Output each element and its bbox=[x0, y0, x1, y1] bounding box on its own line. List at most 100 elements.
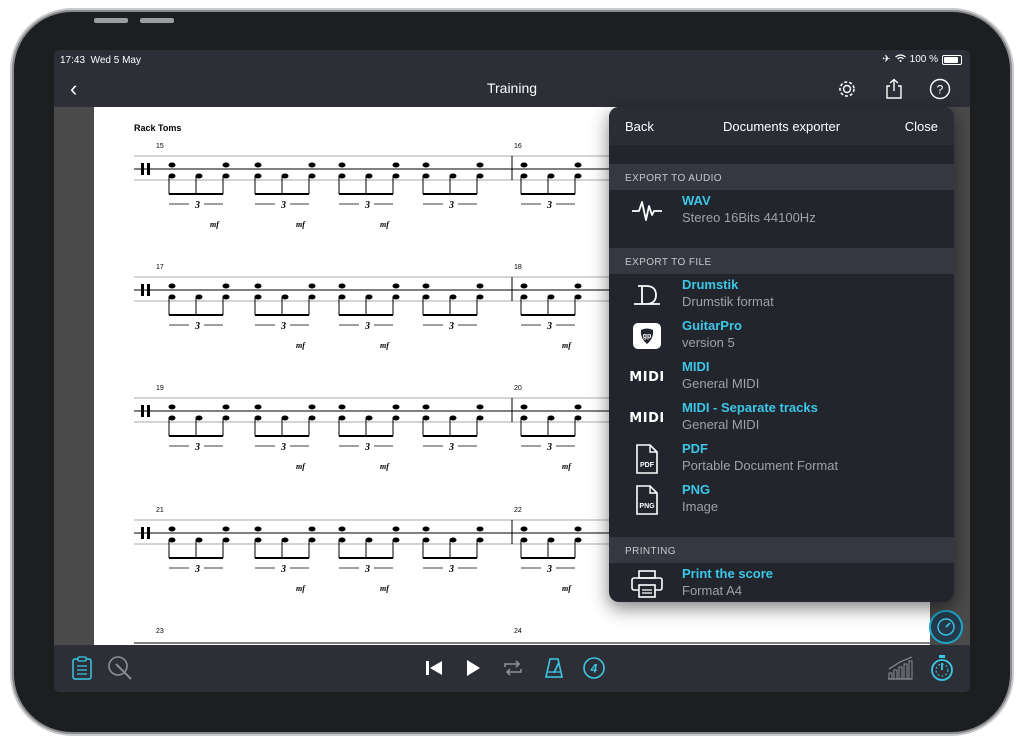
note-head bbox=[476, 162, 484, 168]
close-button[interactable]: Close bbox=[905, 119, 938, 134]
status-time-date: 17:43 Wed 5 May bbox=[60, 55, 141, 66]
note-head bbox=[520, 173, 528, 179]
dynamic-marking: mf bbox=[562, 341, 572, 350]
print-score-row[interactable]: Print the score Format A4 bbox=[609, 562, 954, 602]
measure-number: 20 bbox=[514, 385, 522, 392]
export-guitarpro-row[interactable]: gp GuitarPro version 5 bbox=[609, 314, 954, 355]
note-head bbox=[254, 415, 262, 421]
note-head bbox=[308, 526, 316, 532]
waveform-icon bbox=[629, 196, 665, 226]
note-head bbox=[520, 162, 528, 168]
export-title: PNG bbox=[682, 482, 711, 497]
export-midi-separate-row[interactable]: MIDI MIDI - Separate tracks General MIDI bbox=[609, 396, 954, 437]
note-head bbox=[222, 294, 230, 300]
section-header-printing: PRINTING bbox=[609, 537, 954, 563]
note-head bbox=[449, 173, 457, 179]
note-head bbox=[308, 415, 316, 421]
note-head bbox=[574, 294, 582, 300]
note-head bbox=[520, 283, 528, 289]
stats-chart-icon[interactable] bbox=[886, 654, 914, 682]
note-head bbox=[222, 415, 230, 421]
export-subtitle: Stereo 16Bits 44100Hz bbox=[682, 210, 816, 225]
export-title: MIDI bbox=[682, 359, 710, 374]
triplet-number: 3 bbox=[364, 442, 370, 453]
note-head bbox=[422, 173, 430, 179]
note-head bbox=[449, 537, 457, 543]
export-midi-row[interactable]: MIDI MIDI General MIDI bbox=[609, 355, 954, 396]
loop-icon[interactable] bbox=[499, 654, 527, 682]
note-head bbox=[574, 162, 582, 168]
dynamic-marking: mf bbox=[296, 220, 306, 229]
export-png-row[interactable]: PNG PNG Image bbox=[609, 478, 954, 519]
volume-button bbox=[140, 18, 174, 23]
note-head bbox=[168, 162, 176, 168]
note-head bbox=[168, 526, 176, 532]
pdf-file-icon: PDF bbox=[629, 444, 665, 474]
note-head bbox=[222, 173, 230, 179]
note-head bbox=[281, 537, 289, 543]
note-head bbox=[422, 526, 430, 532]
percussion-clef bbox=[147, 527, 150, 539]
airplane-icon: ✈ bbox=[882, 54, 891, 65]
metronome-icon[interactable] bbox=[540, 654, 568, 682]
note-head bbox=[365, 294, 373, 300]
triplet-number: 3 bbox=[448, 200, 454, 211]
note-head bbox=[281, 415, 289, 421]
measure-number: 21 bbox=[156, 507, 164, 514]
drum-stick-icon[interactable] bbox=[106, 654, 134, 682]
export-subtitle: Drumstik format bbox=[682, 294, 774, 309]
svg-text:gp: gp bbox=[643, 333, 652, 340]
note-head bbox=[195, 173, 203, 179]
note-head bbox=[392, 162, 400, 168]
note-head bbox=[168, 537, 176, 543]
note-head bbox=[392, 415, 400, 421]
triplet-number: 3 bbox=[280, 200, 286, 211]
export-drumstik-row[interactable]: Drumstik Drumstik format bbox=[609, 273, 954, 314]
tempo-gauge-button[interactable] bbox=[929, 610, 963, 644]
export-title: WAV bbox=[682, 193, 711, 208]
dynamic-marking: mf bbox=[562, 462, 572, 471]
note-head bbox=[168, 415, 176, 421]
note-head bbox=[222, 526, 230, 532]
note-head bbox=[520, 415, 528, 421]
note-head bbox=[308, 294, 316, 300]
note-head bbox=[168, 404, 176, 410]
clipboard-checklist-icon[interactable] bbox=[68, 654, 96, 682]
export-wav-row[interactable]: WAV Stereo 16Bits 44100Hz bbox=[609, 189, 954, 230]
dynamic-marking: mf bbox=[296, 462, 306, 471]
dynamic-marking: mf bbox=[380, 220, 390, 229]
export-title: Drumstik bbox=[682, 277, 739, 292]
popover-header: Back Documents exporter Close bbox=[609, 107, 954, 145]
play-icon[interactable] bbox=[459, 654, 487, 682]
export-subtitle: General MIDI bbox=[682, 417, 760, 432]
help-icon[interactable]: ? bbox=[927, 76, 953, 102]
note-head bbox=[547, 294, 555, 300]
note-head bbox=[520, 294, 528, 300]
note-head bbox=[254, 162, 262, 168]
dynamic-marking: mf bbox=[562, 584, 572, 593]
battery-percent: 100 % bbox=[909, 54, 938, 65]
percussion-clef bbox=[141, 527, 144, 539]
note-head bbox=[476, 404, 484, 410]
triplet-number: 3 bbox=[194, 442, 200, 453]
stopwatch-icon[interactable] bbox=[928, 654, 956, 682]
gear-icon[interactable] bbox=[834, 76, 860, 102]
count-in-icon[interactable]: 4 bbox=[580, 654, 608, 682]
svg-text:4: 4 bbox=[590, 662, 598, 676]
note-head bbox=[195, 415, 203, 421]
share-icon[interactable] bbox=[881, 76, 907, 102]
export-pdf-row[interactable]: PDF PDF Portable Document Format bbox=[609, 437, 954, 478]
skip-to-start-icon[interactable] bbox=[420, 654, 448, 682]
note-head bbox=[254, 526, 262, 532]
dynamic-marking: mf bbox=[380, 462, 390, 471]
note-head bbox=[476, 415, 484, 421]
measure-number: 19 bbox=[156, 385, 164, 392]
svg-text:?: ? bbox=[937, 83, 944, 97]
dynamic-marking: mf bbox=[210, 220, 220, 229]
note-head bbox=[338, 415, 346, 421]
note-head bbox=[338, 283, 346, 289]
triplet-number: 3 bbox=[448, 321, 454, 332]
note-head bbox=[574, 537, 582, 543]
documents-exporter-popover: Back Documents exporter Close EXPORT TO … bbox=[609, 107, 954, 602]
note-head bbox=[168, 283, 176, 289]
